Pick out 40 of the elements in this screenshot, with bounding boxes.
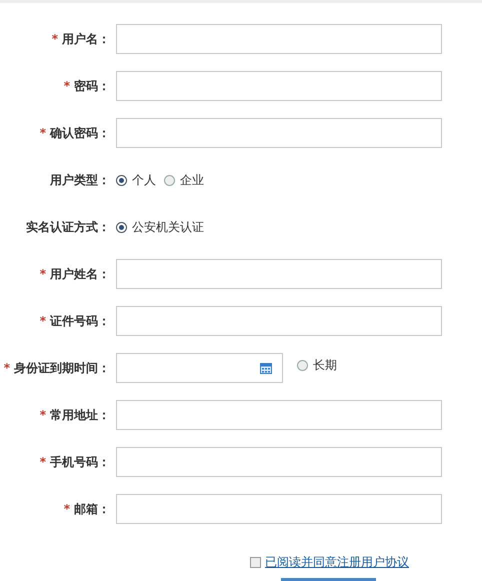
required-asterisk: * [40, 126, 46, 140]
required-asterisk: * [4, 361, 10, 375]
field-label: 用户姓名： [50, 266, 110, 282]
input-field[interactable] [116, 306, 442, 336]
input-field[interactable] [116, 259, 442, 289]
required-asterisk: * [40, 267, 46, 281]
field-label: 证件号码： [50, 312, 110, 330]
option-label: 公安机关认证 [132, 218, 204, 236]
option-label: 个人 [132, 172, 156, 188]
required-asterisk: * [40, 455, 46, 469]
option-label: 长期 [313, 357, 337, 374]
input-field[interactable] [116, 400, 442, 430]
input-field[interactable] [116, 447, 442, 477]
field-label: 常用地址： [50, 406, 110, 424]
agreement-link[interactable]: 已阅读并同意注册用户协议 [265, 554, 409, 571]
required-asterisk: * [52, 32, 58, 46]
required-asterisk: * [64, 502, 70, 516]
required-asterisk: * [40, 408, 46, 422]
field-label: 实名认证方式： [26, 218, 110, 236]
field-label: 用户类型： [50, 172, 110, 188]
radio-button[interactable] [297, 360, 308, 371]
radio-button[interactable] [116, 174, 127, 186]
field-label: 邮箱： [74, 500, 110, 518]
option-label: 企业 [180, 172, 204, 188]
input-field[interactable] [116, 71, 442, 101]
radio-button[interactable] [164, 174, 175, 186]
required-asterisk: * [40, 314, 46, 328]
required-asterisk: * [64, 79, 70, 93]
date-field[interactable] [116, 353, 283, 383]
field-label: 用户名： [62, 30, 110, 48]
checkbox[interactable] [250, 557, 261, 568]
calendar-icon[interactable] [260, 362, 272, 374]
field-label: 身份证到期时间： [14, 360, 110, 376]
field-label: 密码： [74, 78, 110, 94]
input-field[interactable] [116, 24, 442, 54]
field-label: 手机号码： [50, 454, 110, 470]
field-label: 确认密码： [50, 124, 110, 142]
radio-button[interactable] [116, 222, 127, 232]
input-field[interactable] [116, 494, 442, 524]
input-field[interactable] [116, 118, 442, 148]
